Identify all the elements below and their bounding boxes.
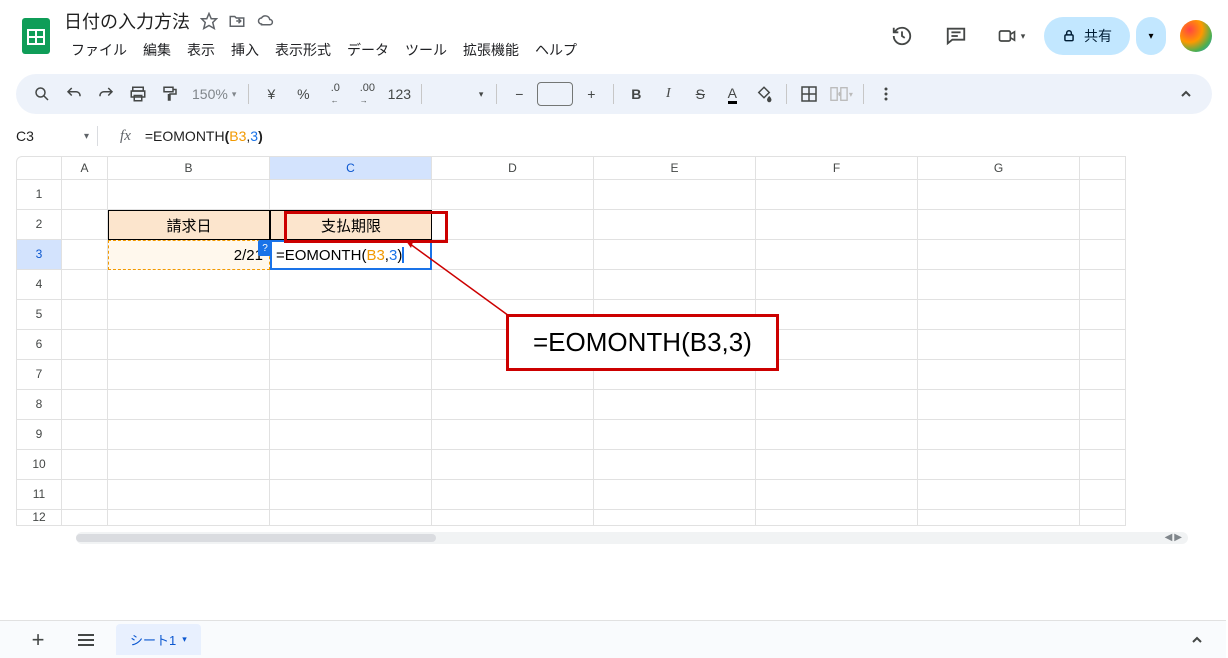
decrease-decimal-button[interactable]: .0← — [321, 80, 349, 108]
toolbar: 150%▾ ¥ % .0← .00→ 123 ▾ − + B I S A ▾ — [16, 74, 1212, 114]
col-header-d[interactable]: D — [432, 156, 594, 180]
select-all-corner[interactable] — [16, 156, 62, 180]
row-header-11[interactable]: 11 — [16, 480, 62, 510]
row-header-8[interactable]: 8 — [16, 390, 62, 420]
menu-edit[interactable]: 編集 — [136, 36, 178, 64]
increase-decimal-button[interactable]: .00→ — [353, 80, 381, 108]
menu-tools[interactable]: ツール — [398, 36, 454, 64]
formula-bar[interactable]: =EOMONTH(B3,3) — [145, 128, 263, 144]
share-label: 共有 — [1084, 26, 1112, 46]
share-dropdown[interactable]: ▾ — [1136, 17, 1166, 55]
scroll-left-icon[interactable]: ◀ — [1165, 532, 1173, 543]
paint-format-icon[interactable] — [156, 80, 184, 108]
menu-insert[interactable]: 挿入 — [224, 36, 266, 64]
namebox-dropdown-icon[interactable]: ▾ — [84, 131, 89, 142]
row-header-1[interactable]: 1 — [16, 180, 62, 210]
italic-button[interactable]: I — [654, 80, 682, 108]
row-header-4[interactable]: 4 — [16, 270, 62, 300]
star-icon[interactable] — [200, 12, 218, 30]
explore-button[interactable] — [1188, 631, 1206, 649]
number-format-button[interactable]: 123 — [385, 80, 413, 108]
meet-icon[interactable]: ▾ — [990, 16, 1030, 56]
more-toolbar-icon[interactable] — [872, 80, 900, 108]
doc-title[interactable]: 日付の入力方法 — [64, 8, 190, 34]
share-button[interactable]: 共有 — [1044, 17, 1130, 55]
undo-icon[interactable] — [60, 80, 88, 108]
row-header-3[interactable]: 3 — [16, 240, 62, 270]
add-sheet-button[interactable]: + — [20, 625, 56, 655]
menu-bar: ファイル 編集 表示 挿入 表示形式 データ ツール 拡張機能 ヘルプ — [64, 36, 882, 64]
row-header-7[interactable]: 7 — [16, 360, 62, 390]
strikethrough-button[interactable]: S — [686, 80, 714, 108]
col-header-f[interactable]: F — [756, 156, 918, 180]
print-icon[interactable] — [124, 80, 152, 108]
col-header-e[interactable]: E — [594, 156, 756, 180]
col-header-c[interactable]: C — [270, 156, 432, 180]
fontsize-input[interactable] — [537, 82, 573, 106]
scrollbar-thumb[interactable] — [76, 534, 436, 542]
sheets-logo[interactable] — [16, 16, 56, 56]
fill-color-button[interactable] — [750, 80, 778, 108]
menu-view[interactable]: 表示 — [180, 36, 222, 64]
menu-format[interactable]: 表示形式 — [268, 36, 338, 64]
menu-help[interactable]: ヘルプ — [528, 36, 584, 64]
cell-b3[interactable]: 2/21 — [108, 240, 270, 270]
all-sheets-button[interactable] — [68, 625, 104, 655]
annotation-box: =EOMONTH(B3,3) — [506, 314, 779, 371]
col-header-g[interactable]: G — [918, 156, 1080, 180]
redo-icon[interactable] — [92, 80, 120, 108]
zoom-select[interactable]: 150%▾ — [188, 86, 240, 102]
borders-button[interactable] — [795, 80, 823, 108]
row-header-6[interactable]: 6 — [16, 330, 62, 360]
sheet-tab-1[interactable]: シート1▾ — [116, 624, 201, 655]
row-header-12[interactable]: 12 — [16, 510, 62, 526]
col-header-a[interactable]: A — [62, 156, 108, 180]
percent-button[interactable]: % — [289, 80, 317, 108]
fx-icon: fx — [120, 128, 131, 145]
annotation-highlight-c3 — [284, 211, 448, 243]
collapse-toolbar-icon[interactable] — [1172, 80, 1200, 108]
currency-button[interactable]: ¥ — [257, 80, 285, 108]
bold-button[interactable]: B — [622, 80, 650, 108]
fontsize-increase[interactable]: + — [577, 80, 605, 108]
account-avatar[interactable] — [1180, 20, 1212, 52]
history-icon[interactable] — [882, 16, 922, 56]
menu-extensions[interactable]: 拡張機能 — [456, 36, 526, 64]
row-header-9[interactable]: 9 — [16, 420, 62, 450]
cell-b2[interactable]: 請求日 — [108, 210, 270, 240]
row-header-5[interactable]: 5 — [16, 300, 62, 330]
col-header-end[interactable] — [1080, 156, 1126, 180]
row-header-2[interactable]: 2 — [16, 210, 62, 240]
menu-file[interactable]: ファイル — [64, 36, 134, 64]
merge-button[interactable]: ▾ — [827, 80, 855, 108]
col-header-b[interactable]: B — [108, 156, 270, 180]
horizontal-scrollbar[interactable]: ◀▶ — [76, 532, 1188, 544]
search-icon[interactable] — [28, 80, 56, 108]
menu-data[interactable]: データ — [340, 36, 396, 64]
text-color-button[interactable]: A — [718, 80, 746, 108]
font-select[interactable]: ▾ — [430, 82, 488, 106]
formula-help-chip[interactable]: ? — [258, 240, 272, 256]
scroll-right-icon[interactable]: ▶ — [1174, 532, 1182, 543]
move-folder-icon[interactable] — [228, 12, 246, 30]
comments-icon[interactable] — [936, 16, 976, 56]
name-box[interactable]: C3 — [16, 128, 76, 144]
cloud-saved-icon[interactable] — [256, 12, 276, 30]
row-header-10[interactable]: 10 — [16, 450, 62, 480]
fontsize-decrease[interactable]: − — [505, 80, 533, 108]
